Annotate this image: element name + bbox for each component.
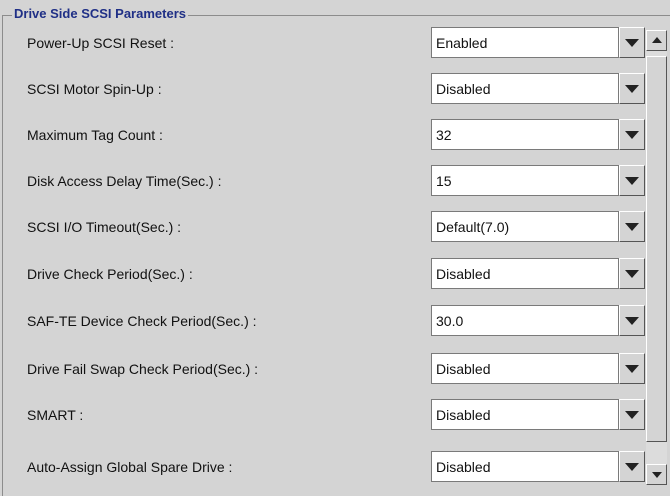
scroll-up-button[interactable] xyxy=(646,30,667,51)
chevron-down-icon xyxy=(625,270,639,278)
select-value[interactable]: Disabled xyxy=(431,73,619,104)
vertical-scrollbar[interactable] xyxy=(646,30,667,485)
chevron-down-icon xyxy=(625,131,639,139)
param-label: SCSI I/O Timeout(Sec.) : xyxy=(27,219,182,235)
chevron-down-icon xyxy=(625,463,639,471)
dropdown-button[interactable] xyxy=(619,165,645,196)
param-label: Drive Fail Swap Check Period(Sec.) : xyxy=(27,361,259,377)
chevron-down-icon xyxy=(625,85,639,93)
chevron-down-icon xyxy=(625,317,639,325)
param-label: Power-Up SCSI Reset : xyxy=(27,35,175,51)
arrow-down-icon xyxy=(652,472,662,478)
dropdown-button[interactable] xyxy=(619,353,645,384)
group-title: Drive Side SCSI Parameters xyxy=(12,6,188,22)
scrollbar-thumb[interactable] xyxy=(646,56,667,442)
param-row-scsi-io-timeout: SCSI I/O Timeout(Sec.) : Default(7.0) xyxy=(0,211,645,244)
scsi-io-timeout-select[interactable]: Default(7.0) xyxy=(431,211,645,244)
param-row-auto-assign-global-spare-drive: Auto-Assign Global Spare Drive : Disable… xyxy=(0,451,645,484)
param-label: Auto-Assign Global Spare Drive : xyxy=(27,459,233,475)
select-value[interactable]: Disabled xyxy=(431,258,619,289)
param-row-scsi-motor-spin-up: SCSI Motor Spin-Up : Disabled xyxy=(0,73,645,106)
saf-te-device-check-period-select[interactable]: 30.0 xyxy=(431,305,645,338)
chevron-down-icon xyxy=(625,223,639,231)
dropdown-button[interactable] xyxy=(619,305,645,336)
arrow-up-icon xyxy=(652,37,662,43)
param-label: Disk Access Delay Time(Sec.) : xyxy=(27,173,222,189)
maximum-tag-count-select[interactable]: 32 xyxy=(431,119,645,152)
select-value[interactable]: 15 xyxy=(431,165,619,196)
scroll-down-button[interactable] xyxy=(646,464,667,485)
dropdown-button[interactable] xyxy=(619,73,645,104)
param-label: Maximum Tag Count : xyxy=(27,127,163,143)
dropdown-button[interactable] xyxy=(619,451,645,482)
chevron-down-icon xyxy=(625,177,639,185)
smart-select[interactable]: Disabled xyxy=(431,399,645,432)
select-value[interactable]: Default(7.0) xyxy=(431,211,619,242)
select-value[interactable]: Disabled xyxy=(431,399,619,430)
chevron-down-icon xyxy=(625,39,639,47)
disk-access-delay-time-select[interactable]: 15 xyxy=(431,165,645,198)
drive-fail-swap-check-period-select[interactable]: Disabled xyxy=(431,353,645,386)
param-row-drive-fail-swap-check-period: Drive Fail Swap Check Period(Sec.) : Dis… xyxy=(0,353,645,386)
param-label: SCSI Motor Spin-Up : xyxy=(27,81,162,97)
param-row-power-up-scsi-reset: Power-Up SCSI Reset : Enabled xyxy=(0,27,645,60)
select-value[interactable]: Disabled xyxy=(431,451,619,482)
dropdown-button[interactable] xyxy=(619,119,645,150)
scsi-motor-spin-up-select[interactable]: Disabled xyxy=(431,73,645,106)
param-label: SAF-TE Device Check Period(Sec.) : xyxy=(27,313,257,329)
select-value[interactable]: Disabled xyxy=(431,353,619,384)
param-label: SMART : xyxy=(27,407,84,423)
dropdown-button[interactable] xyxy=(619,399,645,430)
select-value[interactable]: 32 xyxy=(431,119,619,150)
drive-check-period-select[interactable]: Disabled xyxy=(431,258,645,291)
dropdown-button[interactable] xyxy=(619,27,645,58)
param-row-maximum-tag-count: Maximum Tag Count : 32 xyxy=(0,119,645,152)
chevron-down-icon xyxy=(625,365,639,373)
param-row-saf-te-device-check-period: SAF-TE Device Check Period(Sec.) : 30.0 xyxy=(0,305,645,338)
select-value[interactable]: 30.0 xyxy=(431,305,619,336)
auto-assign-global-spare-drive-select[interactable]: Disabled xyxy=(431,451,645,484)
param-row-drive-check-period: Drive Check Period(Sec.) : Disabled xyxy=(0,258,645,291)
power-up-scsi-reset-select[interactable]: Enabled xyxy=(431,27,645,60)
dropdown-button[interactable] xyxy=(619,258,645,289)
select-value[interactable]: Enabled xyxy=(431,27,619,58)
param-row-disk-access-delay-time: Disk Access Delay Time(Sec.) : 15 xyxy=(0,165,645,198)
param-label: Drive Check Period(Sec.) : xyxy=(27,266,193,282)
chevron-down-icon xyxy=(625,411,639,419)
param-row-smart: SMART : Disabled xyxy=(0,399,645,432)
dropdown-button[interactable] xyxy=(619,211,645,242)
